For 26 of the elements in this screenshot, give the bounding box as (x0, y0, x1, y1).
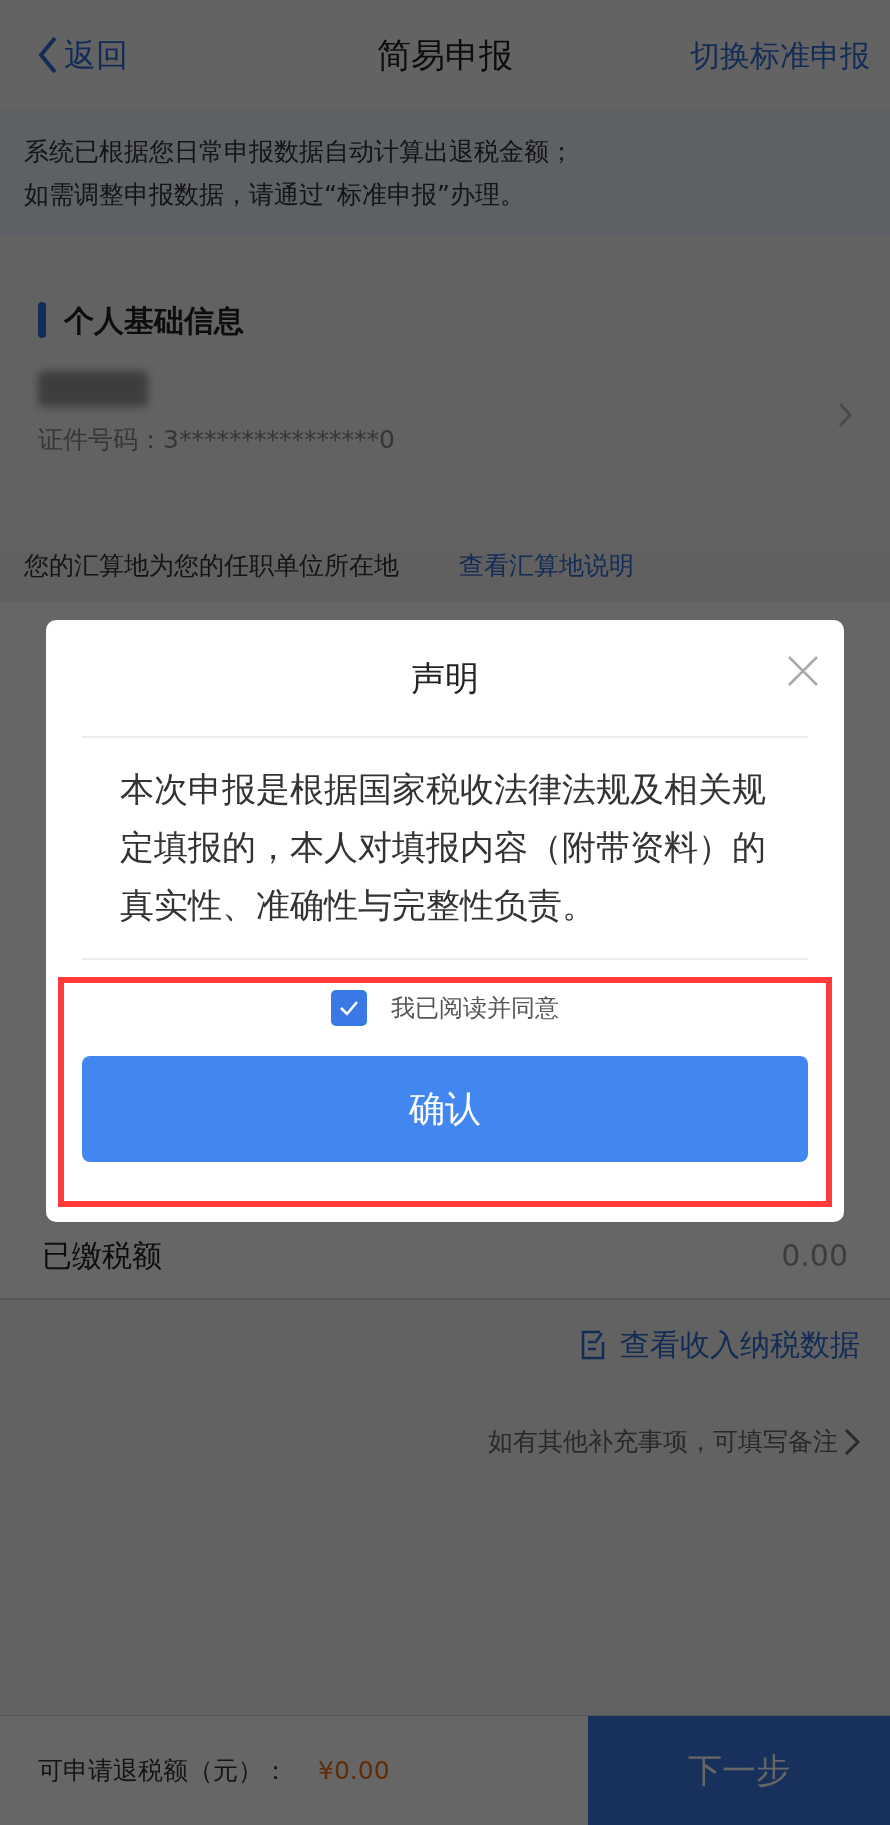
edit-note-icon (580, 1329, 606, 1360)
section-marker (38, 302, 46, 338)
chevron-right-icon (844, 1427, 860, 1456)
chevron-left-icon (38, 35, 58, 75)
location-help-link[interactable]: 查看汇算地说明 (459, 550, 634, 582)
refund-label: 可申请退税额（元）： (38, 1754, 288, 1787)
paid-tax-label: 已缴税额 (42, 1236, 162, 1275)
switch-standard-link[interactable]: 切换标准申报 (690, 32, 870, 78)
declaration-text: 本次申报是根据国家税收法律法规及相关规定填报的，本人对填报内容（附带资料）的真实性、准确性与完整性负责。 (120, 768, 767, 927)
remark-link[interactable]: 如有其他补充事项，可填写备注 (488, 1423, 860, 1461)
section-heading: 个人基础信息 (64, 301, 244, 340)
notice-text: 如需调整申报数据，请通过“标准申报”办理。 (24, 179, 526, 211)
back-button[interactable]: 返回 (38, 31, 128, 79)
close-button[interactable] (786, 654, 820, 688)
refund-amount: ¥0.00 (318, 1754, 390, 1787)
income-data-link[interactable]: 查看收入纳税数据 (580, 1322, 860, 1367)
next-step-button[interactable]: 下一步 (588, 1716, 890, 1825)
checkmark-icon (339, 1000, 359, 1016)
location-text: 您的汇算地为您的任职单位所在地 (24, 550, 399, 582)
dialog-title: 声明 (411, 656, 479, 700)
confirm-button[interactable]: 确认 (82, 1056, 808, 1162)
agree-label: 我已阅读并同意 (391, 993, 559, 1024)
close-icon (786, 654, 820, 688)
page-title: 简易申报 (377, 33, 513, 77)
agree-checkbox[interactable] (331, 990, 367, 1026)
notice-text: 系统已根据您日常申报数据自动计算出退税金额； (24, 136, 575, 168)
